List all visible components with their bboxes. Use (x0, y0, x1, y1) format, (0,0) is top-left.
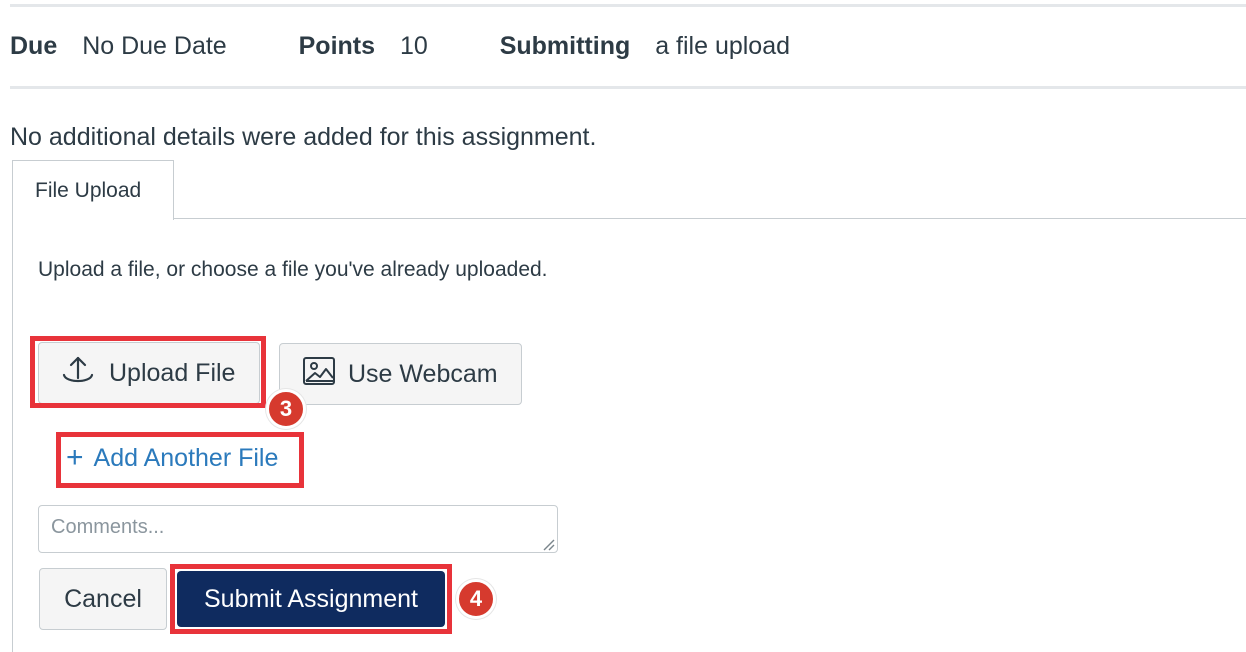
step-marker-3: 3 (266, 389, 306, 429)
image-icon (302, 356, 348, 393)
panel-border (12, 218, 13, 652)
use-webcam-label: Use Webcam (348, 359, 498, 388)
top-divider (10, 4, 1246, 7)
upload-file-button[interactable]: Upload File (38, 342, 260, 404)
add-another-file-link[interactable]: + Add Another File (66, 443, 278, 473)
tab-file-upload[interactable]: File Upload (12, 160, 174, 220)
upload-arrow-icon (61, 353, 109, 394)
step-marker-4: 4 (456, 579, 496, 619)
comments-field[interactable] (38, 505, 558, 553)
use-webcam-button[interactable]: Use Webcam (279, 343, 522, 405)
due-value: No Due Date (82, 32, 227, 60)
points-value: 10 (399, 32, 428, 60)
tab-bar-border (173, 218, 1246, 219)
add-another-file-label: Add Another File (93, 443, 279, 472)
upload-file-label: Upload File (109, 358, 236, 387)
points-label: Points (298, 32, 376, 60)
cancel-button[interactable]: Cancel (39, 568, 167, 630)
plus-icon: + (66, 441, 84, 474)
submit-assignment-button[interactable]: Submit Assignment (177, 571, 445, 627)
assignment-details: No additional details were added for thi… (10, 123, 597, 151)
due-label: Due (10, 32, 58, 60)
meta-divider (10, 86, 1246, 89)
assignment-meta: Due No Due Date Points 10 Submitting a f… (10, 32, 790, 61)
upload-instructions: Upload a file, or choose a file you've a… (38, 258, 548, 281)
resize-handle-icon[interactable] (541, 537, 555, 551)
submitting-value: a file upload (655, 32, 791, 60)
submitting-label: Submitting (499, 32, 631, 60)
